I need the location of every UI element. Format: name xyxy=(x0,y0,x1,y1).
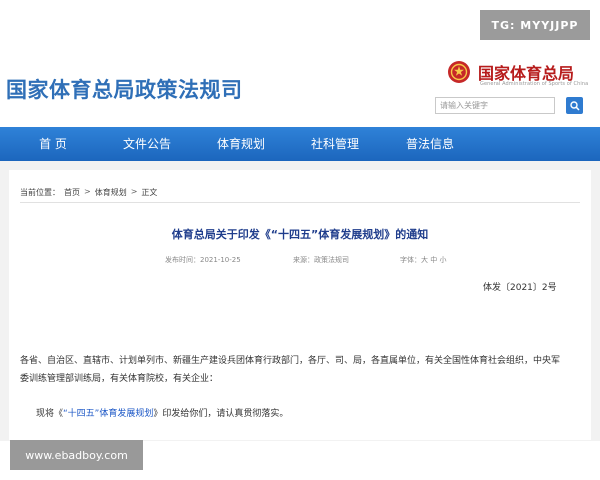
watermark-top: TG: MYYJJPP xyxy=(480,10,590,40)
body-text-suffix: 》印发给你们，请认真贯彻落实。 xyxy=(153,409,289,419)
search-icon xyxy=(569,100,580,111)
nav-social-science[interactable]: 社科管理 xyxy=(300,127,370,161)
breadcrumb-prefix: 当前位置： xyxy=(20,188,60,197)
breadcrumb-separator: > xyxy=(84,187,91,196)
body-text-prefix: 现将《 xyxy=(36,409,64,419)
font-size-control[interactable]: 字体：大 中 小 xyxy=(400,255,446,265)
article-panel xyxy=(9,170,591,440)
article-title: 体育总局关于印发《“十四五”体育发展规划》的通知 xyxy=(171,228,429,241)
document-number: 体发〔2021〕2号 xyxy=(483,283,557,293)
site-title[interactable]: 国家体育总局政策法规司 xyxy=(6,74,243,104)
nav-home[interactable]: 首 页 xyxy=(20,127,86,161)
watermark-bottom: www.ebadboy.com xyxy=(10,440,143,470)
search-input[interactable] xyxy=(435,97,555,114)
breadcrumb-divider xyxy=(20,202,580,203)
nav-documents[interactable]: 文件公告 xyxy=(112,127,182,161)
publish-date: 发布时间：2021-10-25 xyxy=(165,256,241,264)
main-nav: 首 页 文件公告 体育规划 社科管理 普法信息 xyxy=(0,127,600,161)
search-button[interactable] xyxy=(566,97,583,114)
breadcrumb-home[interactable]: 首页 xyxy=(64,187,80,198)
plan-link[interactable]: “十四五”体育发展规划 xyxy=(63,409,153,419)
body-paragraph: 现将《“十四五”体育发展规划》印发给你们，请认真贯彻落实。 xyxy=(36,406,288,419)
breadcrumb-planning[interactable]: 体育规划 xyxy=(95,187,127,198)
breadcrumb-separator: > xyxy=(130,187,138,196)
org-name-en: General Administration of Sports of Chin… xyxy=(480,81,589,87)
breadcrumb-current: 正文 xyxy=(141,188,158,197)
nav-legal-info[interactable]: 普法信息 xyxy=(395,127,465,161)
nav-sports-planning[interactable]: 体育规划 xyxy=(208,127,274,161)
article-source: 来源：政策法规司 xyxy=(293,256,349,264)
recipients-paragraph: 各省、自治区、直辖市、计划单列市、新疆生产建设兵团体育行政部门，各厅、司、局，各… xyxy=(20,356,561,384)
national-emblem-icon xyxy=(447,60,471,84)
breadcrumb: 当前位置： 首页 > 体育规划 > 正文 xyxy=(20,187,157,198)
